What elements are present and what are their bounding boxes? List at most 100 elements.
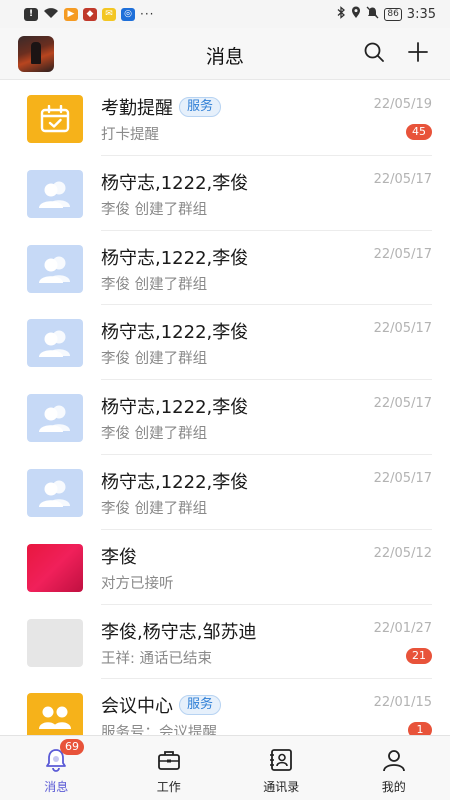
bottom-tab-bar: 69 消息 工作 通讯录 我的 <box>0 735 450 800</box>
conversation-time: 22/05/19 <box>373 97 432 112</box>
conversation-title: 杨守志,1222,李俊 <box>101 397 249 419</box>
conversation-preview: 打卡提醒 <box>101 127 159 143</box>
conversation-row[interactable]: 李俊 对方已接听 22/05/12 <box>0 530 450 605</box>
service-tag: 服务 <box>179 695 222 716</box>
conversation-title: 李俊,杨守志,邹苏迪 <box>101 621 257 643</box>
tab-mine[interactable]: 我的 <box>338 736 450 800</box>
status-bar: ! ▶ ◆ ✉ ◎ ··· 86 3:35 <box>0 0 450 28</box>
conversation-preview: 李俊 创建了群组 <box>101 351 208 368</box>
conversation-body: 会议中心 服务 服务号：会议提醒 22/01/15 1 <box>101 679 432 735</box>
add-button[interactable] <box>404 40 432 68</box>
calendar-check-icon <box>27 95 83 143</box>
conversation-row[interactable]: 杨守志,1222,李俊 李俊 创建了群组 22/05/17 <box>0 380 450 455</box>
group-icon <box>27 244 83 293</box>
app-icon: ◆ <box>83 7 97 21</box>
conversation-name: 杨守志,1222,李俊 <box>101 318 248 344</box>
service-tag: 服务 <box>179 97 222 117</box>
conversation-row[interactable]: 李俊,杨守志,邹苏迪 王祥: 通话已结束 22/01/27 21 <box>0 605 450 680</box>
meeting-icon <box>27 693 83 735</box>
conversation-title: 会议中心 <box>101 696 173 718</box>
conversation-preview: 服务号：会议提醒 <box>101 725 217 735</box>
contacts-icon <box>266 745 296 775</box>
group-icon <box>27 169 83 218</box>
conversation-title: 杨守志,1222,李俊 <box>101 471 249 493</box>
conversation-name: 杨守志,1222,李俊 <box>101 169 248 195</box>
conversation-time: 22/05/17 <box>373 171 432 187</box>
conversation-time: 22/01/15 <box>373 695 432 711</box>
conversation-preview: 李俊 创建了群组 <box>101 500 208 517</box>
user-photo <box>27 543 83 592</box>
conversation-body: 考勤提醒 服务 打卡提醒 22/05/19 45 <box>101 81 432 156</box>
location-icon <box>351 6 361 22</box>
conversation-body: 杨守志,1222,李俊 李俊 创建了群组 22/05/17 <box>101 305 432 381</box>
status-time: 3:35 <box>406 6 436 22</box>
group-icon <box>27 394 83 443</box>
tab-work[interactable]: 工作 <box>113 736 226 800</box>
status-bar-right: 86 3:35 <box>337 6 436 22</box>
tab-label: 消息 <box>44 780 69 794</box>
tab-label: 工作 <box>156 780 181 794</box>
conversation-name: 杨守志,1222,李俊 <box>101 468 248 494</box>
conversation-preview: 李俊 创建了群组 <box>101 426 208 443</box>
conversation-row[interactable]: 杨守志,1222,李俊 李俊 创建了群组 22/05/17 <box>0 231 450 306</box>
tab-label: 通讯录 <box>263 780 300 794</box>
tab-messages[interactable]: 69 消息 <box>0 736 113 800</box>
conversation-time: 22/01/27 <box>373 620 432 636</box>
conversation-title: 杨守志,1222,李俊 <box>101 247 249 269</box>
conversation-preview: 李俊 创建了群组 <box>101 276 208 293</box>
conversation-time: 22/05/17 <box>373 321 432 337</box>
briefcase-icon <box>154 745 184 775</box>
conversation-name: 李俊,杨守志,邹苏迪 <box>101 618 256 644</box>
conversation-body: 杨守志,1222,李俊 李俊 创建了群组 22/05/17 <box>101 156 432 231</box>
tab-label: 我的 <box>381 780 406 794</box>
search-icon <box>363 41 385 67</box>
conversation-title: 李俊 <box>101 546 137 568</box>
conversation-name: 李俊 <box>101 543 137 569</box>
unread-badge: 1 <box>408 722 432 735</box>
app-header: 消息 <box>0 28 450 80</box>
unread-badge: 21 <box>406 647 432 664</box>
status-bar-left: ! ▶ ◆ ✉ ◎ ··· <box>24 6 154 22</box>
more-icon: ··· <box>140 7 155 21</box>
conversation-list: 考勤提醒 服务 打卡提醒 22/05/19 45 杨守志,1222,李俊 李俊 … <box>0 81 450 735</box>
group-photo <box>27 618 83 667</box>
conversation-row[interactable]: 杨守志,1222,李俊 李俊 创建了群组 22/05/17 <box>0 305 450 381</box>
app-icon: ◎ <box>121 7 135 21</box>
conversation-body: 杨守志,1222,李俊 李俊 创建了群组 22/05/17 <box>101 231 432 306</box>
conversation-time: 22/05/12 <box>373 545 432 561</box>
conversation-body: 杨守志,1222,李俊 李俊 创建了群组 22/05/17 <box>101 455 432 530</box>
conversation-title: 杨守志,1222,李俊 <box>101 322 249 344</box>
group-icon <box>27 319 83 368</box>
unread-badge: 45 <box>406 124 432 140</box>
alert-icon: ! <box>24 7 38 21</box>
conversation-body: 李俊 对方已接听 22/05/12 <box>101 530 432 605</box>
conversation-row[interactable]: 考勤提醒 服务 打卡提醒 22/05/19 45 <box>0 81 450 156</box>
mail-icon: ✉ <box>102 7 116 21</box>
conversation-title: 考勤提醒 <box>101 98 173 119</box>
conversation-row[interactable]: 杨守志,1222,李俊 李俊 创建了群组 22/05/17 <box>0 455 450 530</box>
tab-contacts[interactable]: 通讯录 <box>225 736 338 800</box>
conversation-title: 杨守志,1222,李俊 <box>101 172 249 194</box>
wifi-icon <box>43 6 59 22</box>
conversation-time: 22/05/17 <box>373 246 432 262</box>
conversation-preview: 王祥: 通话已结束 <box>101 650 212 667</box>
conversation-name: 考勤提醒 服务 <box>101 94 222 120</box>
battery-indicator: 86 <box>384 7 402 21</box>
group-icon <box>27 468 83 517</box>
conversation-time: 22/05/17 <box>373 470 432 486</box>
app-icon: ▶ <box>64 7 78 21</box>
conversation-row[interactable]: 杨守志,1222,李俊 李俊 创建了群组 22/05/17 <box>0 156 450 231</box>
search-button[interactable] <box>360 40 388 68</box>
conversation-preview: 对方已接听 <box>101 575 174 592</box>
conversation-time: 22/05/17 <box>373 396 432 412</box>
plus-icon <box>407 41 429 67</box>
conversation-body: 李俊,杨守志,邹苏迪 王祥: 通话已结束 22/01/27 21 <box>101 605 432 680</box>
conversation-row[interactable]: 会议中心 服务 服务号：会议提醒 22/01/15 1 <box>0 679 450 735</box>
person-icon <box>379 745 409 775</box>
bluetooth-icon <box>337 6 346 22</box>
conversation-body: 杨守志,1222,李俊 李俊 创建了群组 22/05/17 <box>101 380 432 455</box>
mute-icon <box>366 6 379 22</box>
conversation-name: 杨守志,1222,李俊 <box>101 393 248 419</box>
conversation-name: 杨守志,1222,李俊 <box>101 244 248 270</box>
conversation-name: 会议中心 服务 <box>101 692 222 718</box>
